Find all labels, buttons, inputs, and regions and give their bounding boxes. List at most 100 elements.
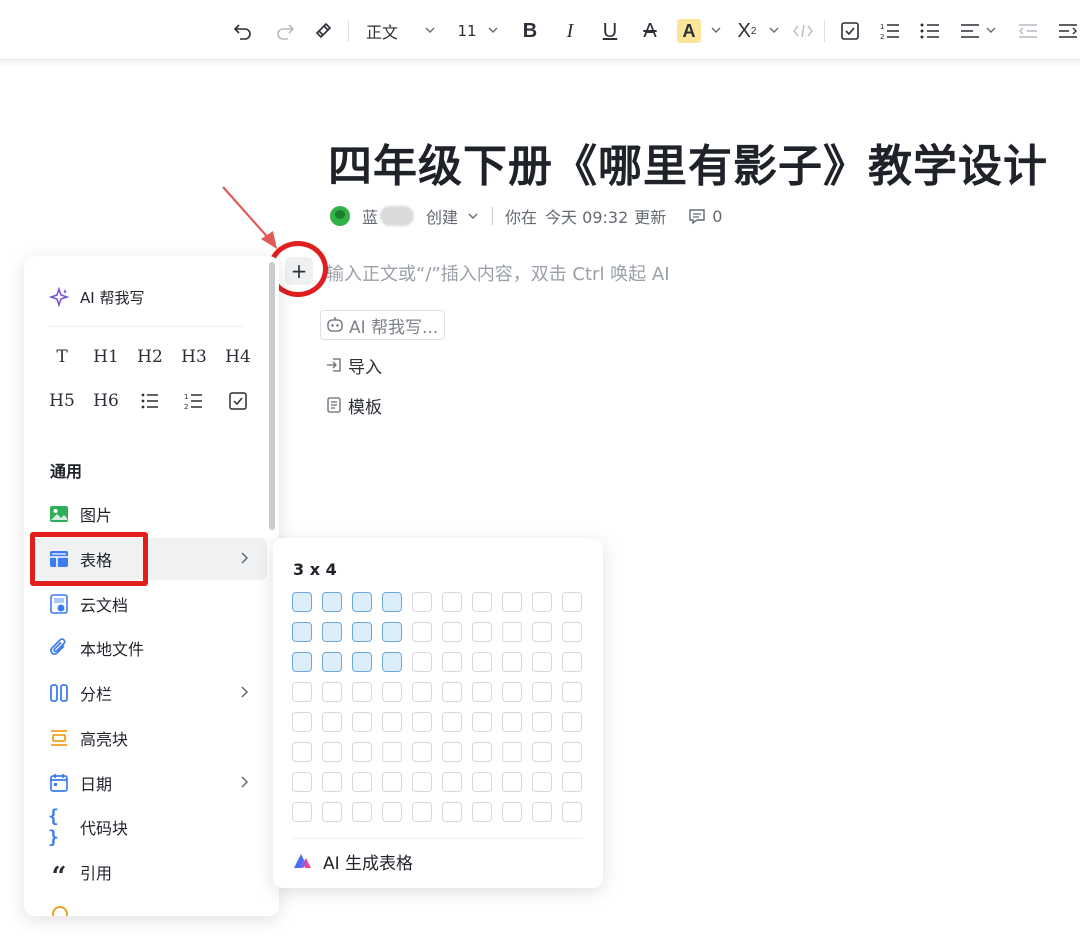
grid-cell[interactable] <box>442 772 462 792</box>
import-option[interactable]: 导入 <box>324 350 382 380</box>
grid-cell[interactable] <box>442 802 462 822</box>
grid-cell-selected[interactable] <box>322 592 342 612</box>
template-option[interactable]: 模板 <box>324 390 382 420</box>
grid-cell[interactable] <box>472 622 492 642</box>
ai-write-option[interactable]: AI 帮我写... <box>320 310 446 340</box>
grid-cell-selected[interactable] <box>382 592 402 612</box>
grid-cell[interactable] <box>502 802 522 822</box>
menu-item-quote[interactable]: “ 引用 <box>24 851 267 893</box>
comment-icon[interactable] <box>688 207 706 225</box>
grid-cell[interactable] <box>412 592 432 612</box>
bold-icon[interactable]: B <box>518 16 542 46</box>
grid-cell[interactable] <box>532 622 552 642</box>
grid-cell-selected[interactable] <box>322 652 342 672</box>
grid-cell[interactable] <box>412 802 432 822</box>
menu-item-code-block[interactable]: { } 代码块 <box>24 806 267 848</box>
page-title[interactable]: 四年级下册《哪里有影子》教学设计 <box>328 130 1048 194</box>
grid-cell[interactable] <box>352 742 372 762</box>
grid-cell-selected[interactable] <box>382 622 402 642</box>
menu-item-local-file[interactable]: 本地文件 <box>24 627 267 669</box>
grid-cell[interactable] <box>322 682 342 702</box>
heading3-button[interactable]: H3 <box>172 342 216 372</box>
heading4-button[interactable]: H4 <box>216 342 260 372</box>
underline-icon[interactable]: U <box>598 16 622 46</box>
chevron-down-icon[interactable] <box>984 22 998 38</box>
text-style-select[interactable]: 正文 <box>362 16 402 46</box>
highlight-color-icon[interactable]: A <box>676 16 702 46</box>
grid-cell[interactable] <box>442 682 462 702</box>
grid-cell[interactable] <box>412 712 432 732</box>
grid-cell[interactable] <box>502 652 522 672</box>
grid-cell[interactable] <box>502 622 522 642</box>
undo-icon[interactable] <box>230 16 256 46</box>
grid-cell-selected[interactable] <box>352 592 372 612</box>
heading2-button[interactable]: H2 <box>128 342 172 372</box>
grid-cell[interactable] <box>562 592 582 612</box>
grid-cell[interactable] <box>292 802 312 822</box>
bullet-list-icon[interactable] <box>918 16 942 46</box>
heading1-button[interactable]: H1 <box>84 342 128 372</box>
grid-cell-selected[interactable] <box>352 622 372 642</box>
grid-cell[interactable] <box>442 622 462 642</box>
grid-cell[interactable] <box>442 742 462 762</box>
body-placeholder[interactable]: 输入正文或“/”插入内容，双击 Ctrl 唤起 AI <box>326 260 670 286</box>
grid-cell[interactable] <box>562 622 582 642</box>
avatar[interactable] <box>330 206 350 226</box>
grid-cell[interactable] <box>502 712 522 732</box>
grid-cell[interactable] <box>382 742 402 762</box>
ordered-list-icon[interactable]: 12 <box>172 386 216 416</box>
menu-item-highlight-block[interactable]: 高亮块 <box>24 717 267 759</box>
bullet-list-icon[interactable] <box>128 386 172 416</box>
grid-cell[interactable] <box>532 802 552 822</box>
grid-cell[interactable] <box>322 742 342 762</box>
strikethrough-icon[interactable]: A <box>638 16 662 46</box>
chevron-down-icon[interactable] <box>466 208 480 224</box>
grid-cell[interactable] <box>352 682 372 702</box>
font-size-select[interactable]: 11 <box>455 16 479 46</box>
grid-cell[interactable] <box>532 682 552 702</box>
grid-cell-selected[interactable] <box>292 592 312 612</box>
grid-cell[interactable] <box>322 802 342 822</box>
menu-ai-write[interactable]: AI 帮我写 <box>24 276 267 318</box>
grid-cell[interactable] <box>412 772 432 792</box>
grid-cell[interactable] <box>562 712 582 732</box>
grid-cell[interactable] <box>352 712 372 732</box>
grid-cell[interactable] <box>532 592 552 612</box>
grid-cell[interactable] <box>442 652 462 672</box>
grid-cell[interactable] <box>562 682 582 702</box>
menu-item-date[interactable]: 日期 <box>24 762 267 804</box>
grid-cell[interactable] <box>352 802 372 822</box>
grid-cell[interactable] <box>472 712 492 732</box>
chevron-down-icon[interactable] <box>423 22 437 38</box>
author-name[interactable]: 蓝 <box>362 204 378 228</box>
grid-cell[interactable] <box>472 592 492 612</box>
grid-cell[interactable] <box>562 652 582 672</box>
grid-cell[interactable] <box>322 712 342 732</box>
grid-cell[interactable] <box>502 592 522 612</box>
grid-cell[interactable] <box>382 772 402 792</box>
ordered-list-icon[interactable]: 12 <box>878 16 902 46</box>
outdent-icon[interactable] <box>1016 16 1040 46</box>
grid-cell[interactable] <box>292 712 312 732</box>
grid-cell[interactable] <box>412 682 432 702</box>
menu-item-cloud-doc[interactable]: 云文档 <box>24 583 267 625</box>
grid-cell[interactable] <box>532 772 552 792</box>
heading5-button[interactable]: H5 <box>40 386 84 416</box>
grid-cell[interactable] <box>412 622 432 642</box>
grid-cell[interactable] <box>382 712 402 732</box>
checkbox-icon[interactable] <box>838 16 862 46</box>
grid-cell[interactable] <box>502 682 522 702</box>
grid-cell[interactable] <box>472 802 492 822</box>
redo-icon[interactable] <box>272 16 298 46</box>
text-block-button[interactable]: T <box>40 342 84 372</box>
format-painter-icon[interactable] <box>310 16 336 46</box>
grid-cell[interactable] <box>292 682 312 702</box>
inline-code-icon[interactable] <box>790 16 816 46</box>
grid-cell[interactable] <box>442 712 462 732</box>
grid-cell[interactable] <box>502 742 522 762</box>
chevron-down-icon[interactable] <box>709 22 723 38</box>
grid-cell[interactable] <box>472 652 492 672</box>
todo-checkbox-icon[interactable] <box>216 386 260 416</box>
menu-item-columns[interactable]: 分栏 <box>24 672 267 714</box>
grid-cell[interactable] <box>352 772 372 792</box>
